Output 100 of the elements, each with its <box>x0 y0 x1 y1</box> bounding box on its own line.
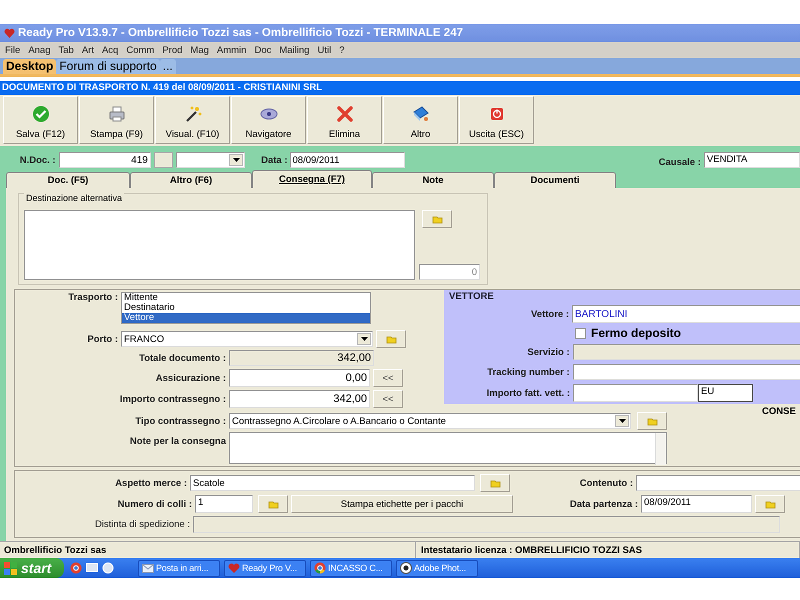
carrier-field[interactable]: BARTOLINI <box>572 305 800 323</box>
menu-item[interactable]: Util <box>317 44 332 56</box>
app-tab[interactable]: ... <box>160 59 176 74</box>
insurance-field[interactable]: 0,00 <box>229 369 370 387</box>
document-title: DOCUMENTO DI TRASPORTO N. 419 del 08/09/2011 - CRISTIANINI SRL <box>0 81 800 95</box>
field-label: Servizio : <box>526 346 570 358</box>
heart-icon <box>228 562 240 574</box>
tab[interactable]: Consegna (F7) <box>252 170 372 188</box>
section-label: CONSE <box>762 406 796 417</box>
menu-item[interactable]: Ammin <box>216 44 246 56</box>
field-label: Assicurazione : <box>154 372 226 384</box>
checkmark-icon <box>32 106 48 122</box>
list-item[interactable]: Vettore <box>122 313 370 323</box>
counter-field: 0 <box>419 264 480 280</box>
desktop-icon[interactable] <box>102 562 114 574</box>
mail-icon[interactable] <box>86 562 98 572</box>
panel-title: VETTORE <box>448 291 495 302</box>
content-field[interactable] <box>636 475 800 491</box>
amount-field[interactable]: 342,00 <box>229 390 370 408</box>
delete-icon <box>336 106 352 122</box>
menu-item[interactable]: Anag <box>28 44 50 56</box>
menu-item[interactable]: Tab <box>58 44 74 56</box>
field-label: Trasporto : <box>67 292 118 303</box>
folder-icon <box>268 500 278 508</box>
lookup-button[interactable] <box>637 412 667 430</box>
tab[interactable]: Note <box>372 172 494 188</box>
menu-item[interactable]: Mailing <box>279 44 310 56</box>
browser-icon[interactable] <box>70 562 82 574</box>
tracking-field[interactable] <box>572 364 800 380</box>
lookup-button[interactable] <box>755 495 785 513</box>
menu-item[interactable]: ? <box>339 44 344 56</box>
transport-list[interactable]: Mittente Destinatario Vettore <box>121 292 371 324</box>
envelope-icon <box>142 563 154 573</box>
start-button[interactable]: start <box>0 558 64 578</box>
currency-field[interactable]: EU <box>698 384 753 402</box>
copy-button[interactable]: << <box>373 390 403 408</box>
date-field[interactable]: 08/09/2011 <box>290 152 405 168</box>
field-label: Causale : <box>658 156 701 168</box>
lookup-button[interactable] <box>376 330 406 348</box>
menu-item[interactable]: Prod <box>162 44 182 56</box>
packages-field[interactable]: 1 <box>195 495 253 513</box>
menu-item[interactable]: Doc <box>254 44 272 56</box>
address-textarea[interactable] <box>24 210 415 280</box>
menu-item[interactable]: Comm <box>126 44 154 56</box>
checkbox[interactable] <box>575 328 586 338</box>
folder-icon <box>490 478 500 488</box>
number-field[interactable]: 419 <box>58 152 151 168</box>
taskbar-button[interactable]: Ready Pro V... <box>224 560 306 576</box>
printer-icon <box>109 106 124 122</box>
book-icon <box>412 106 428 121</box>
disc-icon <box>260 108 277 120</box>
checkbox-label: Fermo deposito <box>591 326 682 340</box>
notes-textarea[interactable] <box>229 432 667 464</box>
tab[interactable]: Altro (F6) <box>130 172 252 188</box>
power-icon <box>490 108 502 120</box>
toolbar-button[interactable]: Visual. (F10) <box>155 96 230 144</box>
group-title: Destinazione alternativa <box>24 193 124 203</box>
magic-wand-icon <box>186 106 201 122</box>
folder-icon <box>764 500 776 508</box>
menu-item[interactable]: Acq <box>102 44 118 56</box>
field-label: Distinta di spedizione : <box>94 519 190 530</box>
date-field[interactable]: 08/09/2011 <box>641 495 752 513</box>
print-labels-button[interactable]: Stampa etichette per i pacchi <box>291 495 513 513</box>
folder-icon <box>646 416 658 426</box>
amount-field[interactable] <box>573 384 698 402</box>
menu-item[interactable]: Art <box>82 44 94 56</box>
tab[interactable]: Documenti <box>494 172 616 188</box>
window-title: Ready Pro V13.9.7 - Ombrellificio Tozzi sas - Ombrellificio Tozzi - TERMINALE 247 <box>18 27 463 39</box>
small-button[interactable] <box>154 152 174 168</box>
toolbar-button[interactable]: Elimina <box>307 96 382 144</box>
toolbar-button[interactable]: Stampa (F9) <box>79 96 154 144</box>
browser-icon <box>314 562 326 574</box>
menu-item[interactable]: File <box>5 44 20 56</box>
field-label: N.Doc. : <box>18 154 56 166</box>
heart-icon <box>4 28 15 38</box>
menu-item[interactable]: Mag <box>190 44 209 56</box>
field-label: Porto : <box>86 334 118 344</box>
dropdown[interactable]: Contrassegno A.Circolare o A.Bancario o Contante <box>229 413 631 429</box>
taskbar-button[interactable]: Adobe Phot... <box>396 560 478 576</box>
tab[interactable]: Doc. (F5) <box>6 172 130 188</box>
taskbar-button[interactable]: Posta in arri... <box>138 560 220 576</box>
lookup-button[interactable] <box>258 495 288 513</box>
copy-button[interactable]: << <box>373 369 403 387</box>
list-item[interactable]: Destinatario <box>122 303 370 313</box>
toolbar-button[interactable]: Salva (F12) <box>3 96 78 144</box>
field-label: Importo fatt. vett. : <box>486 388 570 398</box>
toolbar-button[interactable]: Navigatore <box>231 96 306 144</box>
lookup-button[interactable] <box>422 210 452 228</box>
toolbar-button[interactable]: Uscita (ESC) <box>459 96 534 144</box>
goods-field[interactable]: Scatole <box>190 475 475 491</box>
toolbar-button[interactable]: Altro <box>383 96 458 144</box>
causale-field[interactable]: VENDITA <box>704 152 800 168</box>
list-item[interactable]: Mittente <box>122 293 370 303</box>
field-label: Numero di colli : <box>116 498 192 510</box>
field-label: Data partenza : <box>568 498 638 510</box>
app-tab[interactable]: Forum di supporto <box>56 59 160 74</box>
app-tab[interactable]: Desktop <box>3 59 56 74</box>
dropdown[interactable]: FRANCO <box>121 331 373 347</box>
lookup-button[interactable] <box>480 474 510 492</box>
taskbar-button[interactable]: INCASSO C... <box>310 560 392 576</box>
